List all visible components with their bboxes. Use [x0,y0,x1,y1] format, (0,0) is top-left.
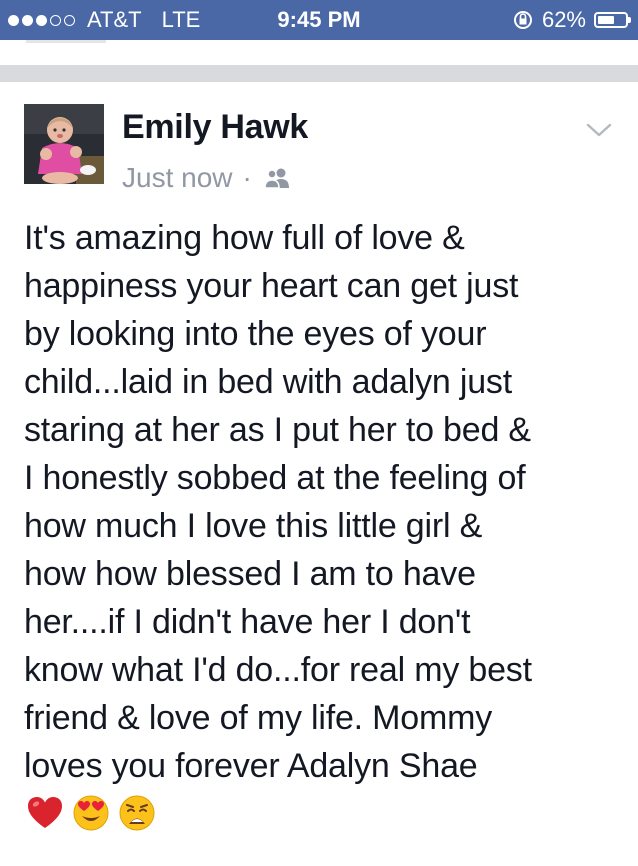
post-line: loves you forever Adalyn Shae [24,747,478,785]
previous-post-remnant [26,40,106,43]
battery-percent: 62% [541,7,586,32]
post-line: I honestly sobbed at the feeling of [24,459,526,497]
post-line: know what I'd do...for real my best [24,651,532,689]
battery-icon [594,12,631,28]
post-line: her....if I didn't have her I don't [24,603,471,641]
chevron-down-icon[interactable] [584,120,614,140]
post-body: It's amazing how full of love & happines… [24,214,624,790]
meta-separator: · [242,162,252,193]
status-bar: AT&T LTE 9:45 PM 62% [0,0,638,40]
avatar[interactable] [24,104,104,184]
post-line: by looking into the eyes of your [24,315,487,353]
feed-divider [0,65,638,82]
post-line: child...laid in bed with adalyn just [24,363,512,401]
previous-post-edge [0,40,638,65]
baby-photo-icon [24,104,104,184]
post-line: It's amazing how full of love & [24,219,465,257]
status-right: 62% [512,7,631,33]
author-name[interactable]: Emily Hawk [122,108,308,147]
emoji-row [26,794,156,832]
rotation-lock-icon [513,11,532,29]
post-line: how much I love this little girl & [24,507,483,545]
post-line: friend & love of my life. Mommy [24,699,493,737]
timestamp[interactable]: Just now [122,162,233,194]
friends-icon[interactable] [262,167,292,189]
post-line: how how blessed I am to have [24,555,476,593]
feed-post: Emily Hawk Just now · It's amazing how f… [0,82,638,866]
post-line: happiness your heart can get just [24,267,519,305]
weary-face-emoji [119,795,155,831]
post-line: staring at her as I put her to bed & [24,411,531,449]
post-meta: Just now · [122,162,292,194]
red-heart-emoji [28,797,62,828]
heart-eyes-emoji [73,795,109,831]
